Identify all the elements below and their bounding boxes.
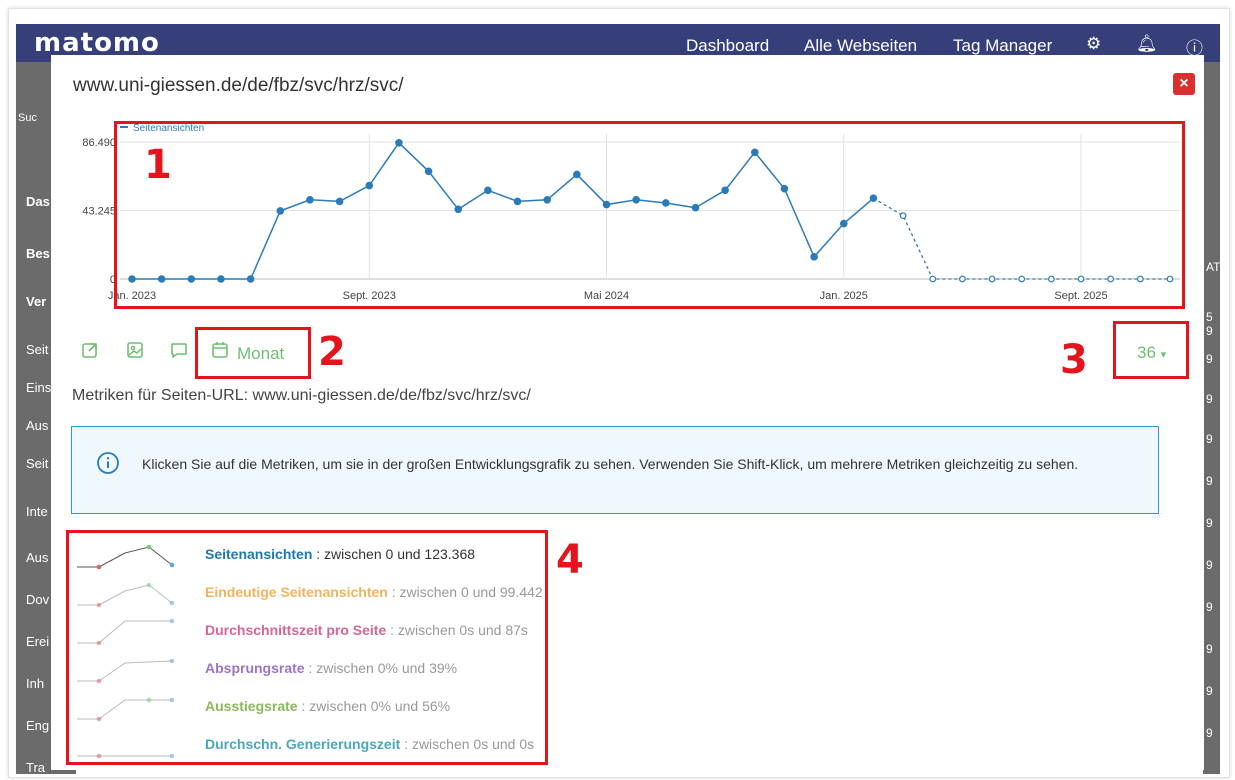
sidebar-item[interactable]: Inh xyxy=(26,676,44,691)
sidebar-item[interactable]: Erei xyxy=(26,634,49,649)
image-icon[interactable] xyxy=(125,340,145,360)
annotation-box-metrics xyxy=(66,530,548,765)
info-circle-icon xyxy=(97,452,119,474)
annotation-number-4: 4 xyxy=(556,537,584,583)
table-cell: 9 xyxy=(1206,392,1213,406)
sidebar-item[interactable]: Dov xyxy=(26,592,49,607)
table-cell: 9 xyxy=(1206,516,1213,530)
annotation-number-2: 2 xyxy=(318,329,346,375)
table-cell: 9 xyxy=(1206,600,1213,614)
info-notice: Klicken Sie auf die Metriken, um sie in … xyxy=(71,426,1159,514)
metrics-title: Metriken für Seiten-URL: www.uni-giessen… xyxy=(72,387,531,404)
annotation-box-period xyxy=(195,327,311,379)
sidebar-item[interactable]: Aus xyxy=(26,418,48,433)
nav-all-websites[interactable]: Alle Webseiten xyxy=(804,36,917,56)
table-cell: 9 xyxy=(1206,558,1213,572)
table-cell: 9 xyxy=(1206,474,1213,488)
bell-icon[interactable]: 🔔︎ xyxy=(1136,34,1158,54)
export-icon[interactable] xyxy=(80,340,100,360)
sidebar-item[interactable]: Aus xyxy=(26,550,48,565)
table-cell: 9 xyxy=(1206,432,1213,446)
table-cell: AT xyxy=(1206,260,1221,274)
annotation-number-3: 3 xyxy=(1060,337,1088,383)
background-table-edge: AT 5 9 9 9 9 9 9 9 9 9 9 9 xyxy=(1203,62,1220,774)
matomo-logo[interactable]: matomo xyxy=(34,28,160,58)
annotation-box-limit xyxy=(1113,321,1189,379)
y-tick-label: 86.490 xyxy=(82,137,116,149)
sidebar-search[interactable]: Suc xyxy=(18,112,37,124)
comment-icon[interactable] xyxy=(169,340,189,360)
nav-tag-manager[interactable]: Tag Manager xyxy=(953,36,1052,56)
table-cell: 5 9 xyxy=(1206,310,1213,338)
info-text: Klicken Sie auf die Metriken, um sie in … xyxy=(142,456,1079,472)
table-cell: 9 xyxy=(1206,684,1213,698)
sidebar-item[interactable]: Seit xyxy=(26,456,48,471)
close-button[interactable]: × xyxy=(1173,73,1195,95)
sidebar-item[interactable]: Inte xyxy=(26,504,48,519)
table-cell: 9 xyxy=(1206,352,1213,366)
annotation-number-1: 1 xyxy=(144,142,172,188)
sidebar-item[interactable]: Das xyxy=(26,194,50,209)
nav-dashboard[interactable]: Dashboard xyxy=(686,36,769,56)
annotation-box-chart xyxy=(114,121,1185,309)
sidebar-item[interactable]: Ver xyxy=(26,294,46,309)
modal-title: www.uni-giessen.de/de/fbz/svc/hrz/svc/ xyxy=(73,75,404,96)
sidebar-item[interactable]: Seit xyxy=(26,342,48,357)
gear-icon[interactable]: ⚙ xyxy=(1086,34,1101,54)
sidebar-item[interactable]: Bes xyxy=(26,246,50,261)
sidebar-item[interactable]: Eins xyxy=(26,380,51,395)
y-tick-label: 43.245 xyxy=(82,206,116,218)
sidebar-item[interactable]: Tra xyxy=(26,760,45,775)
table-cell: 9 xyxy=(1206,726,1213,740)
table-cell: 9 xyxy=(1206,642,1213,656)
sidebar-item[interactable]: Eng xyxy=(26,718,49,733)
